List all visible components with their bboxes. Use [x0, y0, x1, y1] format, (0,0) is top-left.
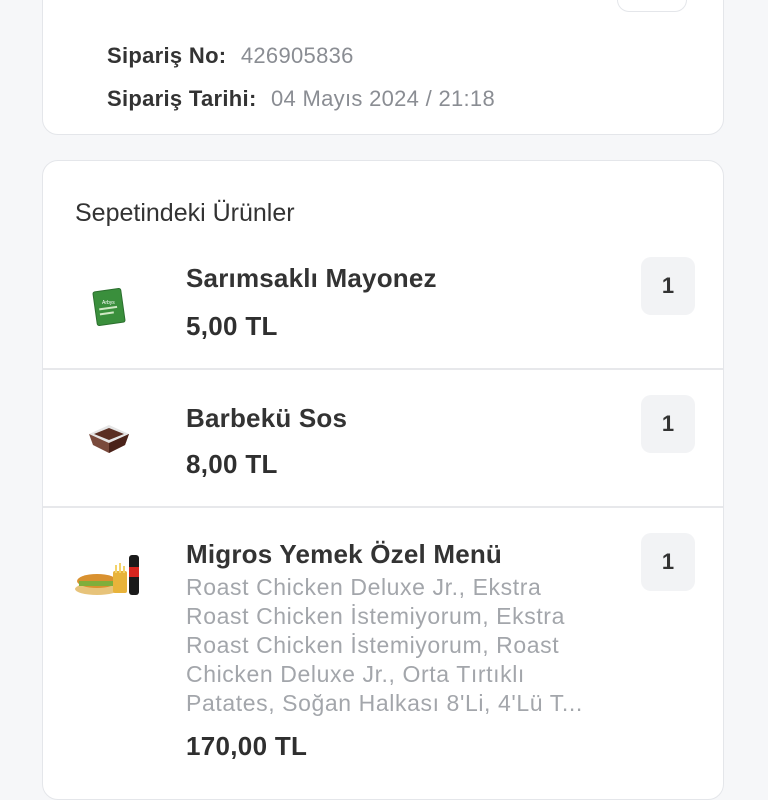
- quantity-badge[interactable]: 1: [641, 395, 695, 453]
- divider: [43, 506, 723, 508]
- order-action-button[interactable]: [617, 0, 687, 12]
- item-description-line: Chicken Deluxe Jr., Orta Tırtıklı: [186, 661, 525, 687]
- basket-card: Sepetindeki Ürünler Arbys Sarımsaklı May…: [42, 160, 724, 800]
- item-price: 8,00 TL: [186, 449, 278, 479]
- order-date-label: Sipariş Tarihi:: [107, 86, 257, 111]
- item-description: Roast Chicken Deluxe Jr., Ekstra Roast C…: [186, 573, 646, 718]
- order-number-label: Sipariş No:: [107, 43, 227, 68]
- item-name: Barbekü Sos: [186, 403, 348, 433]
- divider: [43, 368, 723, 370]
- item-price: 170,00 TL: [186, 731, 308, 761]
- item-description-line: Roast Chicken İstemiyorum, Ekstra: [186, 603, 565, 629]
- quantity-badge[interactable]: 1: [641, 257, 695, 315]
- item-description-line: Roast Chicken Deluxe Jr., Ekstra: [186, 574, 542, 600]
- item-name: Migros Yemek Özel Menü: [186, 539, 503, 569]
- basket-item[interactable]: Arbys Sarımsaklı Mayonez 5,00 TL 1: [43, 249, 723, 369]
- mayonnaise-packet-icon: Arbys: [92, 287, 126, 327]
- order-number-row: Sipariş No: 426905836: [107, 43, 354, 69]
- bbq-sauce-cup-icon: [89, 425, 129, 453]
- order-number-value: 426905836: [240, 43, 354, 68]
- order-info-card: Sipariş No: 426905836 Sipariş Tarihi: 04…: [42, 0, 724, 135]
- packet-brand-text: Arbys: [102, 300, 115, 306]
- basket-item[interactable]: Barbekü Sos 8,00 TL 1: [43, 387, 723, 507]
- item-price: 5,00 TL: [186, 311, 278, 341]
- order-date-value: 04 Mayıs 2024 / 21:18: [271, 86, 496, 111]
- basket-item[interactable]: Migros Yemek Özel Menü Roast Chicken Del…: [43, 525, 723, 799]
- basket-title: Sepetindeki Ürünler: [75, 199, 295, 227]
- item-description-line: Patates, Soğan Halkası 8'Li, 4'Lü T...: [186, 690, 583, 716]
- item-name: Sarımsaklı Mayonez: [186, 263, 437, 293]
- item-description-line: Roast Chicken İstemiyorum, Roast: [186, 632, 560, 658]
- quantity-badge[interactable]: 1: [641, 533, 695, 591]
- combo-menu-icon: [75, 555, 139, 595]
- order-date-row: Sipariş Tarihi: 04 Mayıs 2024 / 21:18: [107, 86, 495, 112]
